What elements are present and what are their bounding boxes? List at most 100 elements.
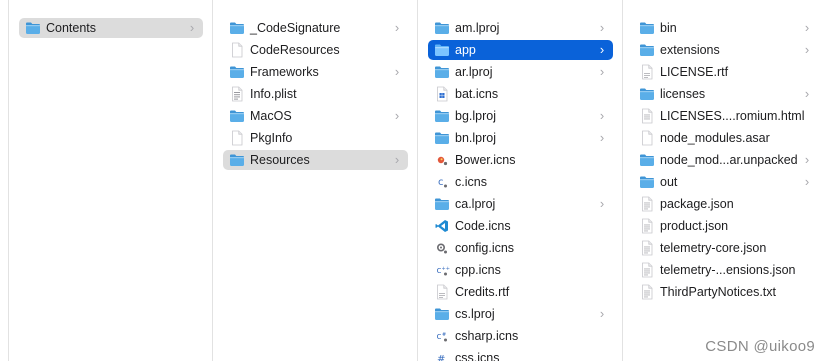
code-file-icon (434, 218, 450, 234)
chevron-right-icon: › (189, 20, 195, 35)
list-item[interactable]: c ++ cpp.icns (428, 260, 613, 280)
column-2[interactable]: _CodeSignature › CodeResources Frameworks… (213, 0, 417, 361)
chevron-right-icon: › (599, 20, 605, 35)
list-item[interactable]: bg.lproj › (428, 106, 613, 126)
chevron-right-icon: › (599, 196, 605, 211)
list-item[interactable]: Code.icns (428, 216, 613, 236)
folder-icon (639, 20, 655, 36)
list-item[interactable]: # css.icns (428, 348, 613, 361)
list-item-label: bn.lproj (455, 131, 496, 145)
text-document-icon (639, 262, 655, 278)
rtf-document-icon (639, 64, 655, 80)
list-item[interactable]: node_mod...ar.unpacked › (633, 150, 818, 170)
list-item[interactable]: PkgInfo (223, 128, 408, 148)
chevron-right-icon: › (394, 64, 400, 79)
list-item[interactable]: bn.lproj › (428, 128, 613, 148)
list-item[interactable]: telemetry-...ensions.json (633, 260, 818, 280)
list-item[interactable]: Contents › (19, 18, 203, 38)
list-item-label: Credits.rtf (455, 285, 510, 299)
column-1[interactable]: Contents › (9, 0, 212, 361)
list-item[interactable]: ar.lproj › (428, 62, 613, 82)
c-file-icon: c (434, 174, 450, 190)
folder-icon (434, 64, 450, 80)
list-item-label: bg.lproj (455, 109, 496, 123)
folder-icon (229, 20, 245, 36)
list-item[interactable]: node_modules.asar (633, 128, 818, 148)
cpp-file-icon: c ++ (434, 262, 450, 278)
config-file-icon (434, 240, 450, 256)
list-item[interactable]: am.lproj › (428, 18, 613, 38)
folder-icon (229, 108, 245, 124)
svg-text:++: ++ (442, 266, 450, 272)
list-item-label: licenses (660, 87, 706, 101)
list-item[interactable]: c c.icns (428, 172, 613, 192)
list-item-label: telemetry-...ensions.json (660, 263, 796, 277)
list-item[interactable]: cs.lproj › (428, 304, 613, 324)
list-item-label: Frameworks (250, 65, 319, 79)
list-item[interactable]: package.json (633, 194, 818, 214)
chevron-right-icon: › (804, 174, 810, 189)
rtf-document-icon (434, 284, 450, 300)
list-item[interactable]: config.icns (428, 238, 613, 258)
list-item[interactable]: Bower.icns (428, 150, 613, 170)
list-item[interactable]: Info.plist (223, 84, 408, 104)
list-item[interactable]: c # csharp.icns (428, 326, 613, 346)
list-item-label: c.icns (455, 175, 487, 189)
folder-icon (434, 196, 450, 212)
blank-document-icon (639, 130, 655, 146)
list-item[interactable]: licenses › (633, 84, 818, 104)
list-item[interactable]: MacOS › (223, 106, 408, 126)
folder-icon (639, 42, 655, 58)
list-item[interactable]: bin › (633, 18, 818, 38)
chevron-right-icon: › (599, 108, 605, 123)
list-item-label: bat.icns (455, 87, 499, 101)
list-item-label: Bower.icns (455, 153, 516, 167)
text-document-icon (639, 284, 655, 300)
svg-text:#: # (442, 332, 446, 338)
list-item[interactable]: Frameworks › (223, 62, 408, 82)
list-item[interactable]: out › (633, 172, 818, 192)
list-item[interactable]: ca.lproj › (428, 194, 613, 214)
list-item-label: csharp.icns (455, 329, 519, 343)
list-item-label: node_mod...ar.unpacked (660, 153, 798, 167)
column-4[interactable]: bin › extensions › LICENSE.rtf licenses › L… (623, 0, 827, 361)
list-item-label: app (455, 43, 476, 57)
bat-file-icon (434, 86, 450, 102)
list-item[interactable]: Credits.rtf (428, 282, 613, 302)
list-item-label: PkgInfo (250, 131, 293, 145)
list-item-label: package.json (660, 197, 734, 211)
folder-icon (434, 20, 450, 36)
list-item-label: out (660, 175, 678, 189)
list-item-label: LICENSE.rtf (660, 65, 729, 79)
list-item-label: Resources (250, 153, 310, 167)
chevron-right-icon: › (804, 86, 810, 101)
column-3[interactable]: am.lproj › app › ar.lproj › bat.icns bg.lpr… (418, 0, 622, 361)
list-item[interactable]: LICENSE.rtf (633, 62, 818, 82)
list-item-label: MacOS (250, 109, 292, 123)
list-item[interactable]: LICENSES....romium.html (633, 106, 818, 126)
csharp-file-icon: c # (434, 328, 450, 344)
list-item[interactable]: CodeResources (223, 40, 408, 60)
plist-document-icon (229, 86, 245, 102)
list-item[interactable]: bat.icns (428, 84, 613, 104)
list-item[interactable]: extensions › (633, 40, 818, 60)
list-item-label: config.icns (455, 241, 515, 255)
text-document-icon (639, 196, 655, 212)
folder-icon (434, 130, 450, 146)
chevron-right-icon: › (599, 64, 605, 79)
chevron-right-icon: › (394, 20, 400, 35)
folder-icon (434, 108, 450, 124)
html-document-icon (639, 108, 655, 124)
list-item[interactable]: Resources › (223, 150, 408, 170)
list-item[interactable]: _CodeSignature › (223, 18, 408, 38)
folder-icon (229, 64, 245, 80)
list-item[interactable]: app › (428, 40, 613, 60)
list-item[interactable]: product.json (633, 216, 818, 236)
list-item-label: css.icns (455, 351, 500, 361)
list-item-label: telemetry-core.json (660, 241, 767, 255)
list-item[interactable]: telemetry-core.json (633, 238, 818, 258)
chevron-right-icon: › (394, 108, 400, 123)
list-item-label: node_modules.asar (660, 131, 770, 145)
list-item[interactable]: ThirdPartyNotices.txt (633, 282, 818, 302)
chevron-right-icon: › (599, 130, 605, 145)
